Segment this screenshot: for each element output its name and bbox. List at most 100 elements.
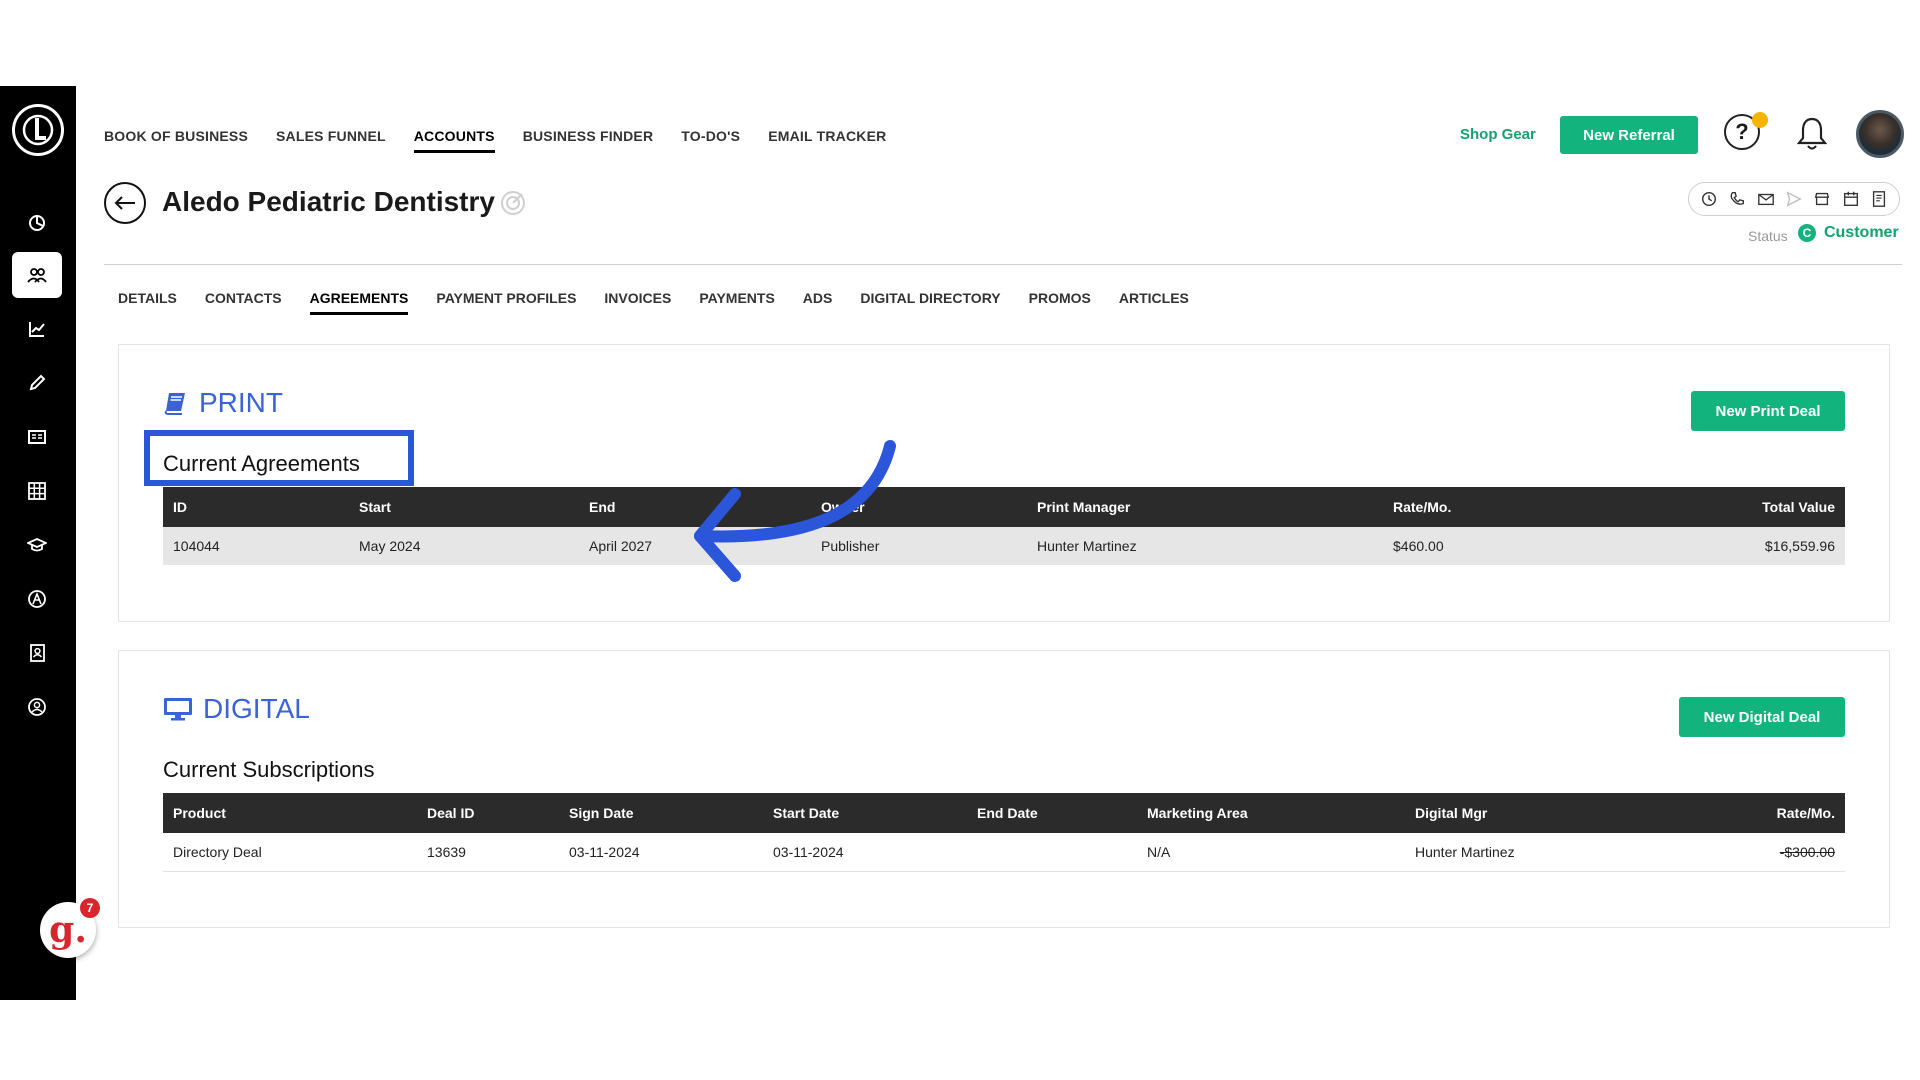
back-button[interactable]: [104, 182, 146, 224]
table-cell: $16,559.96: [1623, 527, 1845, 565]
help-notification-dot: [1752, 112, 1768, 128]
newspaper-icon[interactable]: [12, 414, 62, 460]
column-header: Deal ID: [417, 793, 559, 833]
new-digital-deal-button[interactable]: New Digital Deal: [1679, 697, 1845, 737]
digital-title: DIGITAL: [203, 693, 310, 724]
top-navigation: BOOK OF BUSINESS SALES FUNNEL ACCOUNTS B…: [104, 128, 886, 153]
nav-business-finder[interactable]: BUSINESS FINDER: [523, 128, 654, 153]
column-header: Total Value: [1623, 487, 1845, 527]
nav-book-of-business[interactable]: BOOK OF BUSINESS: [104, 128, 248, 153]
column-header: Marketing Area: [1137, 793, 1405, 833]
grid-icon[interactable]: [12, 468, 62, 514]
dashboard-icon[interactable]: [12, 200, 62, 246]
column-header: Rate/Mo.: [1383, 487, 1623, 527]
nav-email-tracker[interactable]: EMAIL TRACKER: [768, 128, 886, 153]
table-cell: [967, 833, 1137, 872]
email-icon[interactable]: [1757, 190, 1775, 208]
tab-ads[interactable]: ADS: [803, 290, 833, 315]
table-row[interactable]: 104044 May 2024 April 2027 Publisher Hun…: [163, 527, 1845, 565]
table-cell: Hunter Martinez: [1027, 527, 1383, 565]
user-circle-icon[interactable]: [12, 684, 62, 730]
target-check-icon[interactable]: [500, 190, 526, 216]
table-cell: N/A: [1137, 833, 1405, 872]
calendar-icon[interactable]: [1842, 190, 1860, 208]
digital-panel: DIGITAL New Digital Deal Current Subscri…: [118, 650, 1890, 928]
annotation-highlight-box: [144, 430, 414, 486]
graduation-cap-icon[interactable]: [12, 522, 62, 568]
tab-contacts[interactable]: CONTACTS: [205, 290, 282, 315]
print-section-title: PRINT: [163, 387, 283, 419]
a-circle-icon[interactable]: [12, 576, 62, 622]
print-agreements-table: ID Start End Owner Print Manager Rate/Mo…: [163, 487, 1845, 565]
app-frame: g. 7 BOOK OF BUSINESS SALES FUNNEL ACCOU…: [0, 86, 1920, 1000]
assistant-launcher[interactable]: g. 7: [40, 898, 100, 958]
history-icon[interactable]: [1700, 190, 1718, 208]
pen-icon[interactable]: [12, 360, 62, 406]
send-icon[interactable]: [1785, 190, 1803, 208]
tab-agreements[interactable]: AGREEMENTS: [309, 290, 409, 315]
status-label: Status: [1748, 228, 1788, 244]
column-header: Sign Date: [559, 793, 763, 833]
table-cell: 03-11-2024: [559, 833, 763, 872]
column-header: End Date: [967, 793, 1137, 833]
column-header: Print Manager: [1027, 487, 1383, 527]
table-header-row: ID Start End Owner Print Manager Rate/Mo…: [163, 487, 1845, 527]
table-cell: May 2024: [349, 527, 579, 565]
user-avatar[interactable]: [1856, 110, 1904, 158]
arrow-left-icon: [114, 196, 135, 210]
nav-sales-funnel[interactable]: SALES FUNNEL: [276, 128, 386, 153]
column-header: Start: [349, 487, 579, 527]
table-cell: -$300.00: [1705, 833, 1845, 872]
bell-icon[interactable]: [1792, 114, 1832, 154]
digital-subtitle: Current Subscriptions: [163, 757, 375, 782]
digital-subscriptions-table: Product Deal ID Sign Date Start Date End…: [163, 793, 1845, 872]
nav-todos[interactable]: TO-DO'S: [681, 128, 740, 153]
column-header: ID: [163, 487, 349, 527]
table-cell: $460.00: [1383, 527, 1623, 565]
column-header: Start Date: [763, 793, 967, 833]
contact-book-icon[interactable]: [12, 630, 62, 676]
table-cell: 104044: [163, 527, 349, 565]
table-row[interactable]: Directory Deal 13639 03-11-2024 03-11-20…: [163, 833, 1845, 872]
analytics-icon[interactable]: [12, 306, 62, 352]
column-header: Product: [163, 793, 417, 833]
table-header-row: Product Deal ID Sign Date Start Date End…: [163, 793, 1845, 833]
app-logo[interactable]: [12, 104, 64, 156]
tab-details[interactable]: DETAILS: [118, 290, 177, 315]
shop-gear-link[interactable]: Shop Gear: [1460, 126, 1536, 143]
new-referral-button[interactable]: New Referral: [1560, 116, 1698, 154]
column-header: Rate/Mo.: [1705, 793, 1845, 833]
nav-accounts[interactable]: ACCOUNTS: [413, 128, 495, 153]
header-divider: [104, 264, 1902, 265]
assistant-notification-count: 7: [80, 898, 100, 918]
tab-invoices[interactable]: INVOICES: [604, 290, 671, 315]
monitor-icon: [164, 698, 192, 721]
tab-payment-profiles[interactable]: PAYMENT PROFILES: [436, 290, 576, 315]
tab-payments[interactable]: PAYMENTS: [699, 290, 774, 315]
help-glyph: ?: [1735, 119, 1749, 144]
annotation-arrow-icon: [694, 440, 896, 582]
assistant-glyph: g.: [49, 909, 87, 951]
tab-digital-directory[interactable]: DIGITAL DIRECTORY: [860, 290, 1000, 315]
table-cell: Hunter Martinez: [1405, 833, 1705, 872]
notes-icon[interactable]: [1870, 190, 1888, 208]
status-badge: C: [1798, 224, 1816, 242]
new-print-deal-button[interactable]: New Print Deal: [1691, 391, 1845, 431]
accounts-icon[interactable]: [12, 252, 62, 298]
book-icon: [164, 393, 185, 415]
status-value: Customer: [1824, 224, 1899, 241]
product-link[interactable]: Directory Deal: [163, 833, 417, 872]
table-cell: 03-11-2024: [763, 833, 967, 872]
phone-icon[interactable]: [1728, 190, 1746, 208]
digital-section-title: DIGITAL: [163, 693, 310, 725]
account-title: Aledo Pediatric Dentistry: [162, 186, 495, 217]
column-header: Digital Mgr: [1405, 793, 1705, 833]
tab-articles[interactable]: ARTICLES: [1119, 290, 1189, 315]
table-cell: 13639: [417, 833, 559, 872]
sidebar: g. 7: [0, 86, 100, 1000]
tab-promos[interactable]: PROMOS: [1029, 290, 1091, 315]
print-title: PRINT: [199, 387, 283, 418]
storefront-icon[interactable]: [1813, 190, 1831, 208]
account-tabs: DETAILS CONTACTS AGREEMENTS PAYMENT PROF…: [118, 290, 1189, 315]
account-action-bar: [1688, 182, 1900, 216]
